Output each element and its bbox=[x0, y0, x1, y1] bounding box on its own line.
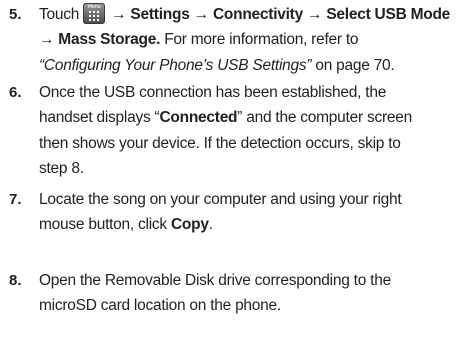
menu-path: → Settings → Connectivity → Select USB M… bbox=[111, 6, 451, 23]
step-number: 8. bbox=[9, 272, 22, 289]
step-text: Locate the song on your computer and usi… bbox=[39, 191, 402, 234]
step-number: 6. bbox=[9, 84, 22, 101]
connected-label: Connected bbox=[159, 109, 238, 127]
cross-reference: “Configuring Your Phone’s USB Settings” bbox=[39, 56, 312, 74]
step-number: 7. bbox=[9, 191, 22, 208]
step-text: Touch Menu → Settings → Connectivity → Sel… bbox=[39, 3, 451, 74]
step-text: Open the Removable Disk drive correspond… bbox=[39, 272, 391, 315]
step-number: 5. bbox=[9, 6, 22, 23]
touch-word: Touch bbox=[39, 6, 80, 23]
step-text: Once the USB connection has been establi… bbox=[39, 84, 412, 178]
copy-label: Copy bbox=[170, 216, 209, 234]
menu-path-continued: → Mass Storage. bbox=[39, 31, 161, 49]
menu-key-icon: Menu bbox=[83, 3, 106, 24]
